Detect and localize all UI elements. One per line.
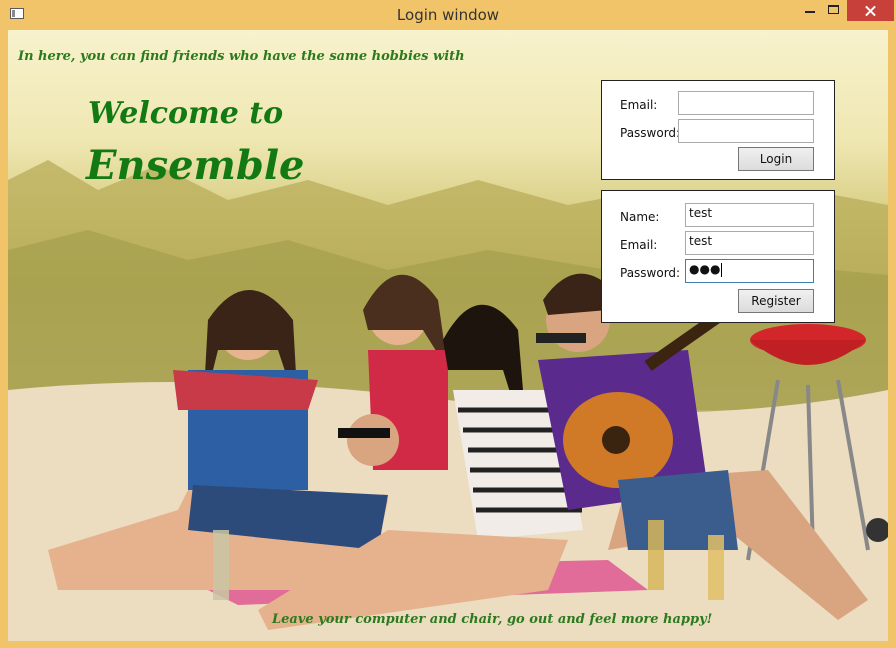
register-panel: Name: test Email: test Password: ●●● Reg… (601, 190, 835, 323)
footer-slogan: Leave your computer and chair, go out an… (272, 612, 713, 627)
welcome-heading: Welcome to (88, 96, 284, 131)
login-button[interactable]: Login (738, 147, 814, 171)
maximize-button[interactable] (824, 0, 844, 21)
register-name-label: Name: (620, 210, 660, 224)
client-area: In here, you can find friends who have t… (8, 30, 888, 641)
register-email-input[interactable]: test (685, 231, 814, 255)
password-mask: ●●● (689, 262, 721, 276)
login-panel: Email: Password: Login (601, 80, 835, 180)
login-email-label: Email: (620, 98, 658, 112)
register-name-input[interactable]: test (685, 203, 814, 227)
text-caret (721, 262, 723, 277)
login-window: Login window In here, you can find frien… (0, 0, 896, 648)
login-email-input[interactable] (678, 91, 814, 115)
register-email-label: Email: (620, 238, 658, 252)
minimize-button[interactable] (800, 0, 822, 21)
login-password-input[interactable] (678, 119, 814, 143)
register-button[interactable]: Register (738, 289, 814, 313)
register-password-input[interactable]: ●●● (685, 259, 814, 283)
close-button[interactable] (847, 0, 894, 21)
brand-heading: Ensemble (86, 142, 305, 189)
login-password-label: Password: (620, 126, 681, 140)
tagline-text: In here, you can find friends who have t… (18, 49, 465, 64)
title-bar[interactable]: Login window (0, 0, 896, 30)
register-password-label: Password: (620, 266, 681, 280)
window-title: Login window (396, 6, 500, 24)
